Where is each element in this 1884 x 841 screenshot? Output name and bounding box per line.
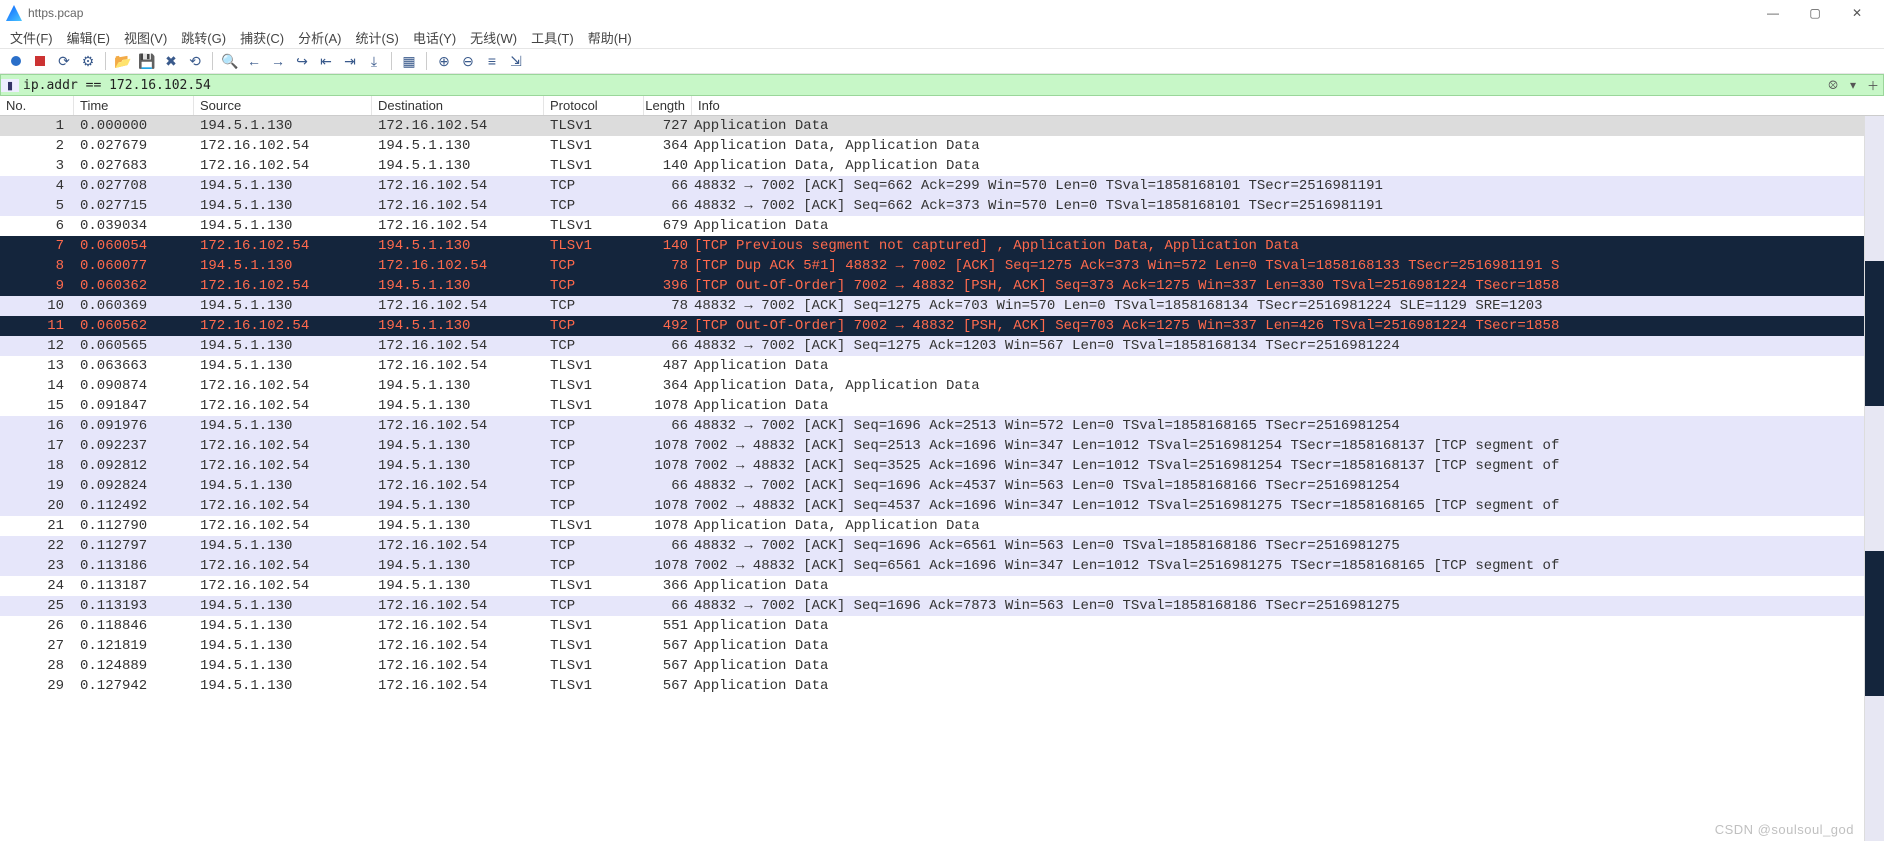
maximize-button[interactable]: ▢ [1794, 0, 1836, 26]
display-filter-input[interactable] [19, 78, 1823, 93]
menu-analyze[interactable]: 分析(A) [298, 28, 341, 47]
packet-row[interactable]: 170.092237172.16.102.54194.5.1.130TCP107… [0, 436, 1884, 456]
resize-columns-icon[interactable]: ⇲ [506, 51, 526, 71]
packet-row[interactable]: 40.027708194.5.1.130172.16.102.54TCP6648… [0, 176, 1884, 196]
colorize-icon[interactable]: ▦ [399, 51, 419, 71]
packet-row[interactable]: 120.060565194.5.1.130172.16.102.54TCP664… [0, 336, 1884, 356]
zoom-in-icon[interactable]: ⊕ [434, 51, 454, 71]
packet-row[interactable]: 100.060369194.5.1.130172.16.102.54TCP784… [0, 296, 1884, 316]
filter-expression-icon[interactable]: ▾ [1843, 78, 1863, 92]
zoom-out-icon[interactable]: ⊖ [458, 51, 478, 71]
col-header-len[interactable]: Length [644, 96, 692, 115]
packet-row[interactable]: 50.027715194.5.1.130172.16.102.54TCP6648… [0, 196, 1884, 216]
menu-telephony[interactable]: 电话(Y) [413, 28, 456, 47]
titlebar: https.pcap — ▢ ✕ [0, 0, 1884, 26]
go-forward-icon[interactable]: → [268, 51, 288, 71]
window-title: https.pcap [28, 6, 83, 20]
packet-row[interactable]: 240.113187172.16.102.54194.5.1.130TLSv13… [0, 576, 1884, 596]
packet-row[interactable]: 160.091976194.5.1.130172.16.102.54TCP664… [0, 416, 1884, 436]
packet-row[interactable]: 250.113193194.5.1.130172.16.102.54TCP664… [0, 596, 1884, 616]
app-icon [6, 5, 22, 21]
packet-row[interactable]: 190.092824194.5.1.130172.16.102.54TCP664… [0, 476, 1884, 496]
menubar: 文件(F) 编辑(E) 视图(V) 跳转(G) 捕获(C) 分析(A) 统计(S… [0, 26, 1884, 48]
add-filter-icon[interactable]: ＋ [1863, 77, 1883, 94]
col-header-info[interactable]: Info [692, 96, 1884, 115]
minimize-button[interactable]: — [1752, 0, 1794, 26]
packet-row[interactable]: 150.091847172.16.102.54194.5.1.130TLSv11… [0, 396, 1884, 416]
packet-row[interactable]: 290.127942194.5.1.130172.16.102.54TLSv15… [0, 676, 1884, 696]
menu-stats[interactable]: 统计(S) [355, 28, 398, 47]
save-file-icon[interactable]: 💾 [137, 51, 157, 71]
menu-file[interactable]: 文件(F) [10, 28, 53, 47]
packet-row[interactable]: 180.092812172.16.102.54194.5.1.130TCP107… [0, 456, 1884, 476]
menu-wireless[interactable]: 无线(W) [470, 28, 517, 47]
restart-capture-icon[interactable]: ⟳ [54, 51, 74, 71]
packet-row[interactable]: 70.060054172.16.102.54194.5.1.130TLSv114… [0, 236, 1884, 256]
col-header-dst[interactable]: Destination [372, 96, 544, 115]
packet-row[interactable]: 260.118846194.5.1.130172.16.102.54TLSv15… [0, 616, 1884, 636]
menu-view[interactable]: 视图(V) [124, 28, 167, 47]
packet-row[interactable]: 90.060362172.16.102.54194.5.1.130TCP396[… [0, 276, 1884, 296]
auto-scroll-icon[interactable]: ⤓ [364, 51, 384, 71]
col-header-time[interactable]: Time [74, 96, 194, 115]
packet-row[interactable]: 60.039034194.5.1.130172.16.102.54TLSv167… [0, 216, 1884, 236]
open-file-icon[interactable]: 📂 [113, 51, 133, 71]
menu-tools[interactable]: 工具(T) [531, 28, 574, 47]
intelligent-scrollbar[interactable] [1864, 116, 1884, 841]
packet-row[interactable]: 130.063663194.5.1.130172.16.102.54TLSv14… [0, 356, 1884, 376]
capture-options-icon[interactable]: ⚙ [78, 51, 98, 71]
packet-list-header: No. Time Source Destination Protocol Len… [0, 96, 1884, 116]
packet-row[interactable]: 20.027679172.16.102.54194.5.1.130TLSv136… [0, 136, 1884, 156]
packet-row[interactable]: 230.113186172.16.102.54194.5.1.130TCP107… [0, 556, 1884, 576]
watermark: CSDN @soulsoul_god [1715, 822, 1854, 837]
close-file-icon[interactable]: ✖ [161, 51, 181, 71]
packet-row[interactable]: 110.060562172.16.102.54194.5.1.130TCP492… [0, 316, 1884, 336]
stop-capture-icon[interactable] [30, 51, 50, 71]
packet-row[interactable]: 140.090874172.16.102.54194.5.1.130TLSv13… [0, 376, 1884, 396]
go-to-packet-icon[interactable]: ↪ [292, 51, 312, 71]
packet-row[interactable]: 210.112790172.16.102.54194.5.1.130TLSv11… [0, 516, 1884, 536]
find-icon[interactable]: 🔍 [220, 51, 240, 71]
start-capture-icon[interactable] [6, 51, 26, 71]
packet-row[interactable]: 200.112492172.16.102.54194.5.1.130TCP107… [0, 496, 1884, 516]
bookmark-filter-icon[interactable]: ▮ [1, 79, 19, 92]
go-last-icon[interactable]: ⇥ [340, 51, 360, 71]
packet-row[interactable]: 80.060077194.5.1.130172.16.102.54TCP78[T… [0, 256, 1884, 276]
packet-row[interactable]: 270.121819194.5.1.130172.16.102.54TLSv15… [0, 636, 1884, 656]
clear-filter-icon[interactable]: ⮾ [1823, 78, 1843, 93]
menu-capture[interactable]: 捕获(C) [240, 28, 284, 47]
packet-row[interactable]: 280.124889194.5.1.130172.16.102.54TLSv15… [0, 656, 1884, 676]
menu-help[interactable]: 帮助(H) [588, 28, 632, 47]
menu-edit[interactable]: 编辑(E) [67, 28, 110, 47]
display-filter-bar: ▮ ⮾ ▾ ＋ [0, 74, 1884, 96]
go-back-icon[interactable]: ← [244, 51, 264, 71]
packet-list[interactable]: 10.000000194.5.1.130172.16.102.54TLSv172… [0, 116, 1884, 696]
menu-go[interactable]: 跳转(G) [181, 28, 226, 47]
zoom-reset-icon[interactable]: ≡ [482, 51, 502, 71]
col-header-src[interactable]: Source [194, 96, 372, 115]
col-header-proto[interactable]: Protocol [544, 96, 644, 115]
toolbar: ⟳ ⚙ 📂 💾 ✖ ⟲ 🔍 ← → ↪ ⇤ ⇥ ⤓ ▦ ⊕ ⊖ ≡ ⇲ [0, 48, 1884, 74]
packet-row[interactable]: 10.000000194.5.1.130172.16.102.54TLSv172… [0, 116, 1884, 136]
go-first-icon[interactable]: ⇤ [316, 51, 336, 71]
close-button[interactable]: ✕ [1836, 0, 1878, 26]
packet-row[interactable]: 220.112797194.5.1.130172.16.102.54TCP664… [0, 536, 1884, 556]
col-header-no[interactable]: No. [0, 96, 74, 115]
packet-row[interactable]: 30.027683172.16.102.54194.5.1.130TLSv114… [0, 156, 1884, 176]
reload-icon[interactable]: ⟲ [185, 51, 205, 71]
